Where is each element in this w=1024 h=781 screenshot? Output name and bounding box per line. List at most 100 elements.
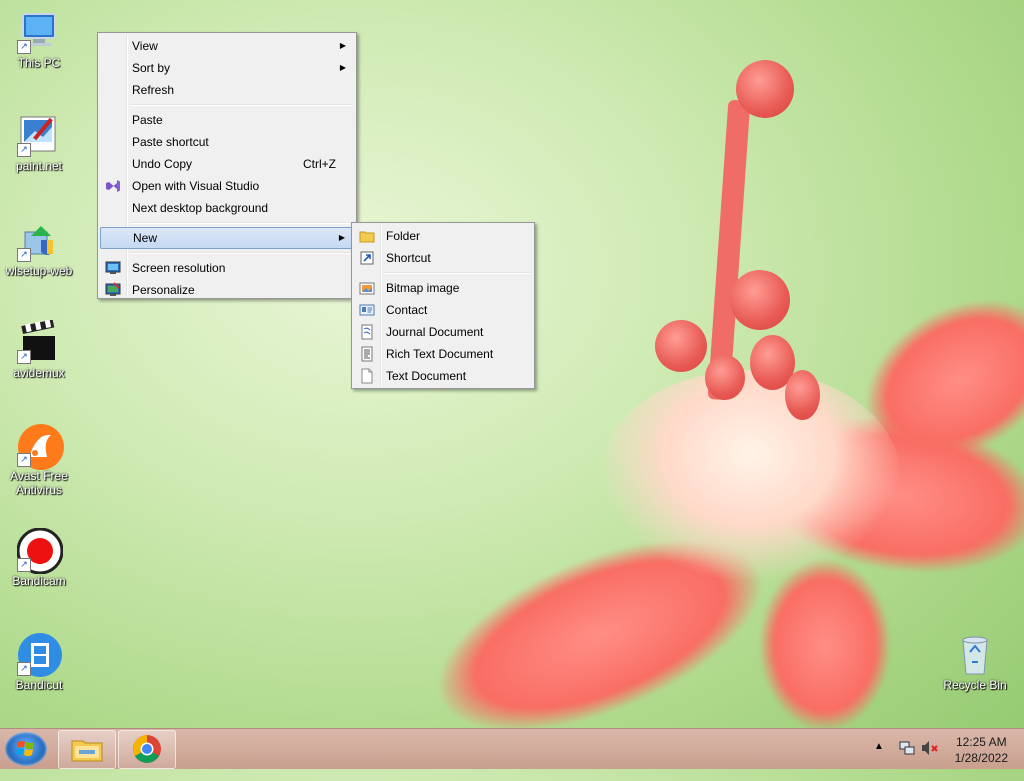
desktop-icon-recycle-bin[interactable]: Recycle Bin	[938, 632, 1012, 692]
wallpaper-petal	[760, 560, 890, 728]
desktop-icon-label: Bandicut	[15, 678, 63, 692]
paint-net-icon: ↗	[17, 113, 61, 157]
menu-item-label: Contact	[386, 303, 428, 317]
triangle-right-icon: ▶	[339, 63, 346, 72]
wallpaper-flower-cup	[600, 370, 900, 580]
wallpaper-stamen	[785, 370, 820, 420]
menu-item-label: Journal Document	[386, 325, 484, 339]
new-submenu: Folder Shortcut Bitmap image Contact Jou…	[351, 222, 535, 389]
submenu-item-folder[interactable]: Folder	[354, 225, 532, 247]
recycle-bin-icon	[953, 632, 997, 676]
clapperboard-icon: ↗	[17, 319, 61, 364]
windows-logo-icon	[16, 741, 34, 756]
submenu-item-journal-document[interactable]: Journal Document	[354, 321, 532, 343]
menu-item-personalize[interactable]: Personalize	[100, 279, 354, 301]
menu-item-shortcut: Ctrl+Z	[303, 157, 336, 171]
menu-item-open-with-visual-studio[interactable]: Open with Visual Studio	[100, 175, 354, 197]
menu-item-label: View	[132, 39, 158, 53]
wallpaper-stamen	[730, 270, 790, 330]
menu-item-label: Personalize	[132, 283, 195, 297]
monitor-icon	[105, 260, 121, 276]
file-explorer-icon	[71, 740, 103, 762]
menu-separator	[130, 104, 352, 106]
network-icon[interactable]	[898, 739, 916, 779]
shortcut-arrow-icon: ↗	[17, 558, 31, 572]
menu-item-label: Folder	[386, 229, 421, 243]
menu-item-label: Refresh	[132, 83, 175, 97]
start-button[interactable]	[5, 732, 47, 766]
desktop-icon-wlsetup-web[interactable]: ↗ wlsetup-web	[2, 218, 76, 278]
desktop-icon-label: Recycle Bin	[943, 678, 1007, 692]
desktop-icon-bandicut[interactable]: ↗ Bandicut	[2, 632, 76, 692]
desktop-icon-label: Bandicam	[12, 574, 66, 588]
desktop-icon-avast[interactable]: ↗ Avast Free Antivirus	[2, 423, 76, 497]
journal-document-icon	[359, 324, 375, 340]
chevron-up-icon[interactable]: ▲	[874, 741, 884, 781]
taskbar-chrome-button[interactable]	[118, 730, 176, 769]
menu-item-sort-by[interactable]: Sort by ▶	[100, 57, 354, 79]
submenu-item-contact[interactable]: Contact	[354, 299, 532, 321]
submenu-item-text-document[interactable]: Text Document	[354, 365, 532, 387]
bitmap-image-icon	[359, 280, 375, 296]
desktop-context-menu: View ▶ Sort by ▶ Refresh Paste Paste sho…	[97, 32, 357, 299]
shortcut-arrow-icon: ↗	[17, 662, 31, 676]
menu-item-label: Sort by	[132, 61, 171, 75]
desktop-icon-label: avidemux	[13, 366, 65, 380]
desktop-icon-label: wlsetup-web	[5, 264, 73, 278]
shortcut-arrow-icon: ↗	[17, 248, 31, 262]
desktop-icon-paint-net[interactable]: ↗ paint.net	[2, 113, 76, 173]
submenu-item-shortcut[interactable]: Shortcut	[354, 247, 532, 269]
menu-item-refresh[interactable]: Refresh	[100, 79, 354, 101]
menu-item-new[interactable]: New ▶	[100, 227, 354, 249]
menu-item-next-desktop-background[interactable]: Next desktop background	[100, 197, 354, 219]
avast-icon: ↗	[17, 423, 64, 470]
desktop-icon-avidemux[interactable]: ↗ avidemux	[2, 319, 76, 380]
shortcut-arrow-icon: ↗	[17, 453, 31, 467]
triangle-right-icon: ▶	[338, 233, 345, 242]
taskbar: ▲ 12:25 AM 1/28/2022	[0, 728, 1024, 769]
triangle-right-icon: ▶	[339, 41, 346, 50]
menu-item-paste[interactable]: Paste	[100, 109, 354, 131]
desktop-icon-label-line2: Antivirus	[15, 483, 62, 497]
installer-icon: ↗	[17, 218, 61, 262]
text-document-icon	[359, 368, 375, 384]
menu-item-undo-copy[interactable]: Undo Copy Ctrl+Z	[100, 153, 354, 175]
wallpaper-stamen	[705, 355, 745, 400]
submenu-item-bitmap-image[interactable]: Bitmap image	[354, 277, 532, 299]
computer-icon: ↗	[17, 10, 61, 54]
desktop-icon-bandicam[interactable]: ↗ Bandicam	[2, 527, 76, 588]
menu-item-label: Bitmap image	[386, 281, 460, 295]
menu-separator	[130, 222, 352, 224]
menu-item-label: Rich Text Document	[386, 347, 494, 361]
shortcut-arrow-icon: ↗	[17, 40, 31, 54]
clock[interactable]: 12:25 AM 1/28/2022	[955, 734, 1008, 766]
menu-item-view[interactable]: View ▶	[100, 35, 354, 57]
record-icon: ↗	[16, 527, 64, 575]
desktop-icon-this-pc[interactable]: ↗ This PC	[2, 10, 76, 70]
desktop-icon-label: paint.net	[15, 159, 63, 173]
desktop-icon-label-line1: Avast Free	[10, 469, 68, 483]
clock-time: 12:25 AM	[955, 735, 1007, 749]
film-icon: ↗	[17, 632, 62, 677]
menu-item-label: Open with Visual Studio	[132, 179, 260, 193]
contact-icon	[359, 302, 375, 318]
submenu-item-rich-text-document[interactable]: Rich Text Document	[354, 343, 532, 365]
menu-item-label: New	[133, 231, 158, 245]
menu-item-label: Shortcut	[386, 251, 431, 265]
menu-item-paste-shortcut[interactable]: Paste shortcut	[100, 131, 354, 153]
menu-item-label: Paste shortcut	[132, 135, 209, 149]
desktop-icon-label: This PC	[17, 56, 61, 70]
chrome-icon	[133, 735, 161, 763]
personalize-icon	[105, 282, 121, 298]
wallpaper-stamen	[655, 320, 707, 372]
shortcut-icon	[359, 250, 375, 266]
visual-studio-icon	[105, 178, 121, 194]
menu-item-label: Undo Copy	[132, 157, 193, 171]
volume-muted-icon[interactable]	[920, 739, 940, 779]
menu-item-label: Screen resolution	[132, 261, 226, 275]
taskbar-file-explorer-button[interactable]	[58, 730, 116, 769]
menu-item-screen-resolution[interactable]: Screen resolution	[100, 257, 354, 279]
wallpaper-stamen	[736, 60, 794, 118]
menu-separator	[130, 252, 352, 254]
menu-item-label: Paste	[132, 113, 163, 127]
